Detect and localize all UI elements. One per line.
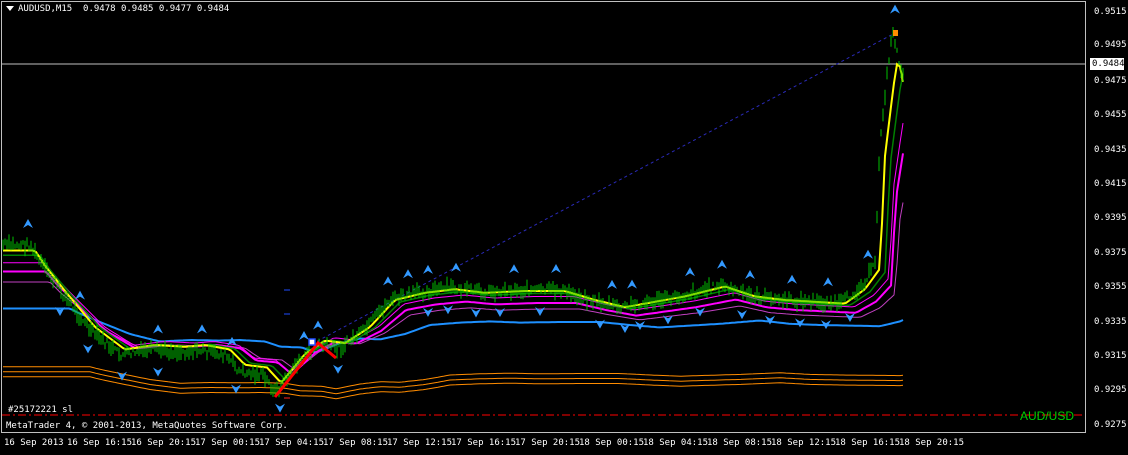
fractal-up-icon [627,279,637,289]
ma-green [3,74,904,381]
price-label: 0.9395 [1094,213,1127,223]
menu-triangle-icon[interactable] [6,6,14,11]
time-label: 17 Sep 00:15 [195,438,261,448]
price-label: 0.9515 [1094,7,1127,17]
fractal-up-icon [890,4,900,14]
fractal-up-icon [787,274,797,284]
fractal-down-icon [795,318,805,328]
time-label: 16 Sep 16:15 [67,438,133,448]
fractal-down-icon [535,307,545,316]
fractal-up-icon [299,331,309,340]
fractal-down-icon [153,367,163,377]
stop-loss-order-label[interactable]: #25172221 sl [8,405,73,415]
price-label: 0.9315 [1094,351,1127,361]
time-label: 16 Sep 2013 [4,438,64,448]
ma-yellow [3,62,904,383]
moving-averages [3,62,904,400]
chart-canvas[interactable] [0,0,1128,452]
price-label: 0.9455 [1094,110,1127,120]
symbol-timeframe: AUDUSD,M15 [18,4,73,14]
time-label: 17 Sep 08:15 [323,438,389,448]
fractal-up-icon [451,262,461,272]
fractal-up-icon [685,267,695,277]
ma-magenta-2 [3,123,904,373]
fractal-down-icon [471,308,481,318]
fractal-down-icon [765,315,775,325]
fractal-down-icon [231,384,241,394]
fractal-up-icon [153,324,163,334]
time-label: 17 Sep 20:15 [515,438,581,448]
ohlc-values: 0.9478 0.9485 0.9477 0.9484 [83,4,230,14]
time-label: 18 Sep 16:15 [835,438,901,448]
price-chart[interactable]: AUDUSD,M15 0.9478 0.9485 0.9477 0.9484 0… [0,0,1128,452]
fractal-up-icon [551,264,561,273]
fractal-up-icon [403,269,413,279]
price-bars [2,27,904,398]
fractal-down-icon [495,308,505,317]
fractal-up-icon [23,219,33,228]
price-label: 0.9435 [1094,145,1127,155]
fractal-up-icon [197,324,207,334]
time-label: 17 Sep 04:15 [259,438,325,448]
price-label: 0.9475 [1094,76,1127,86]
copyright-notice: MetaTrader 4, © 2001-2013, MetaQuotes So… [6,421,288,431]
fractal-up-icon [823,277,833,287]
fractal-down-icon [333,364,343,374]
fractal-up-icon [745,270,755,279]
ma-blue [3,307,904,354]
fractal-up-icon [607,279,617,289]
chart-title[interactable]: AUDUSD,M15 0.9478 0.9485 0.9477 0.9484 [6,4,229,14]
price-label: 0.9335 [1094,317,1127,327]
time-label: 18 Sep 20:15 [899,438,965,448]
fractal-up-icon [383,276,393,286]
time-label: 18 Sep 04:15 [643,438,709,448]
fractal-up-icon [75,290,85,300]
fractal-down-icon [83,344,93,354]
fractal-up-icon [509,264,519,274]
time-label: 16 Sep 20:15 [131,438,197,448]
copyright-company: MetaQuotes Software Corp. [152,421,288,431]
time-label: 17 Sep 16:15 [451,438,517,448]
price-label: 0.9375 [1094,248,1127,258]
price-label: 0.9355 [1094,282,1127,292]
fractal-up-icon [717,259,727,269]
time-label: 18 Sep 12:15 [771,438,837,448]
price-label: 0.9275 [1094,420,1127,430]
fractal-down-icon [737,310,747,320]
price-label: 0.9495 [1094,40,1127,50]
fractal-up-icon [863,249,873,259]
price-label: 0.9295 [1094,385,1127,395]
fractal-up-icon [313,320,323,330]
current-price-badge: 0.9484 [1090,58,1125,70]
time-label: 18 Sep 00:15 [579,438,645,448]
time-label: 18 Sep 08:15 [707,438,773,448]
price-label: 0.9415 [1094,179,1127,189]
time-label: 17 Sep 12:15 [387,438,453,448]
symbol-tag: AUD/USD [1020,409,1075,423]
fractal-down-icon [275,403,285,413]
fractal-up-icon [423,264,433,274]
ma-magenta-1 [3,153,904,375]
